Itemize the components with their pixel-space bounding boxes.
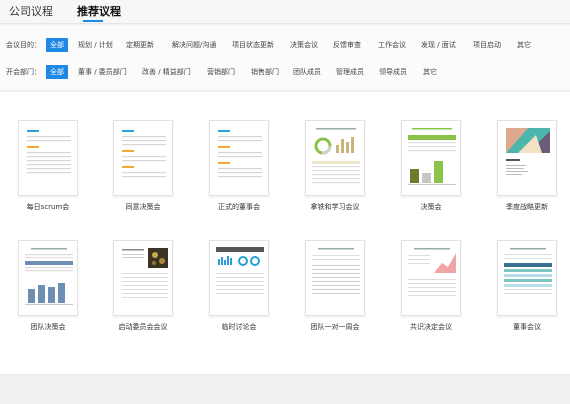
template-gallery: 每日scrum会 同意决策会 正式的董事会 拿铁和学习会议 决策会 季度战略更新…	[0, 92, 570, 374]
purpose-chip[interactable]: 全部	[46, 38, 68, 52]
department-filter-row: 开会部门： 全部 董事 / 委员部门 改善 / 精益部门 营销部门 销售部门 团…	[0, 65, 570, 79]
doc-preview-table	[312, 248, 360, 294]
department-chip[interactable]: 其它	[423, 65, 437, 79]
tab-recommended-agenda[interactable]: 推荐议程	[77, 3, 121, 19]
template-thumbnail	[305, 240, 365, 316]
doc-preview-lines	[122, 130, 166, 178]
doc-preview-lines	[218, 130, 262, 178]
tab-company-agenda[interactable]: 公司议程	[9, 3, 53, 19]
purpose-chip[interactable]: 工作会议	[378, 38, 406, 52]
template-title: 共识决定会议	[410, 323, 452, 331]
filter-panel: 会议目的： 全部 规划 / 计划 定期更新 解决问题/沟通 项目状态更新 决策会…	[0, 25, 570, 91]
doc-preview-report	[408, 128, 456, 185]
purpose-chip[interactable]: 定期更新	[126, 38, 154, 52]
purpose-chip[interactable]: 发现 / 面试	[421, 38, 456, 52]
purpose-chip[interactable]: 项目状态更新	[232, 38, 274, 52]
purpose-chip[interactable]: 反馈审查	[333, 38, 361, 52]
template-title: 每日scrum会	[26, 203, 70, 211]
purpose-chip[interactable]: 项目启动	[473, 38, 501, 52]
active-tab-indicator	[83, 20, 103, 22]
bottom-panel	[0, 374, 570, 404]
doc-preview-cover	[506, 128, 550, 175]
purpose-filter-label: 会议目的：	[6, 41, 41, 49]
doc-preview-chart	[25, 248, 73, 305]
template-thumbnail	[113, 240, 173, 316]
template-title: 董事会议	[513, 323, 541, 331]
top-tab-bar: 公司议程 推荐议程	[0, 0, 570, 24]
department-chip[interactable]: 管理成员	[336, 65, 364, 79]
template-title: 同意决策会	[125, 203, 161, 211]
department-chip[interactable]: 全部	[46, 65, 68, 79]
department-chip[interactable]: 董事 / 委员部门	[78, 65, 127, 79]
template-title: 临时讨论会	[221, 323, 257, 331]
template-thumbnail	[18, 120, 78, 196]
template-thumbnail	[401, 240, 461, 316]
template-thumbnail	[18, 240, 78, 316]
template-title: 启动委员会会议	[118, 323, 168, 331]
purpose-chip[interactable]: 其它	[517, 38, 531, 52]
template-title: 正式的董事会	[218, 203, 260, 211]
doc-preview-photo	[122, 248, 168, 298]
purpose-chip[interactable]: 规划 / 计划	[78, 38, 113, 52]
department-chip[interactable]: 营销部门	[207, 65, 235, 79]
doc-preview-graph	[408, 248, 456, 296]
template-thumbnail	[305, 120, 365, 196]
purpose-chip[interactable]: 解决问题/沟通	[172, 38, 216, 52]
purpose-filter-row: 会议目的： 全部 规划 / 计划 定期更新 解决问题/沟通 项目状态更新 决策会…	[0, 38, 570, 52]
purpose-chip[interactable]: 决策会议	[290, 38, 318, 52]
department-filter-label: 开会部门：	[6, 68, 41, 76]
template-thumbnail	[497, 240, 557, 316]
template-title: 决策会	[420, 203, 442, 211]
template-thumbnail	[113, 120, 173, 196]
template-title: 团队一对一周会	[310, 323, 360, 331]
doc-preview-stats	[216, 247, 264, 294]
department-chip[interactable]: 改善 / 精益部门	[142, 65, 191, 79]
department-chip[interactable]: 领导成员	[379, 65, 407, 79]
template-thumbnail	[401, 120, 461, 196]
template-thumbnail	[209, 120, 269, 196]
department-chip[interactable]: 销售部门	[251, 65, 279, 79]
doc-preview-board	[504, 248, 552, 294]
template-title: 团队决策会	[30, 323, 66, 331]
doc-preview-lines	[27, 130, 71, 174]
template-thumbnail	[209, 240, 269, 316]
template-title: 季度战略更新	[506, 203, 548, 211]
doc-preview-dashboard	[312, 128, 360, 184]
department-chip[interactable]: 团队成员	[293, 65, 321, 79]
template-title: 拿铁和学习会议	[310, 203, 360, 211]
template-thumbnail	[497, 120, 557, 196]
